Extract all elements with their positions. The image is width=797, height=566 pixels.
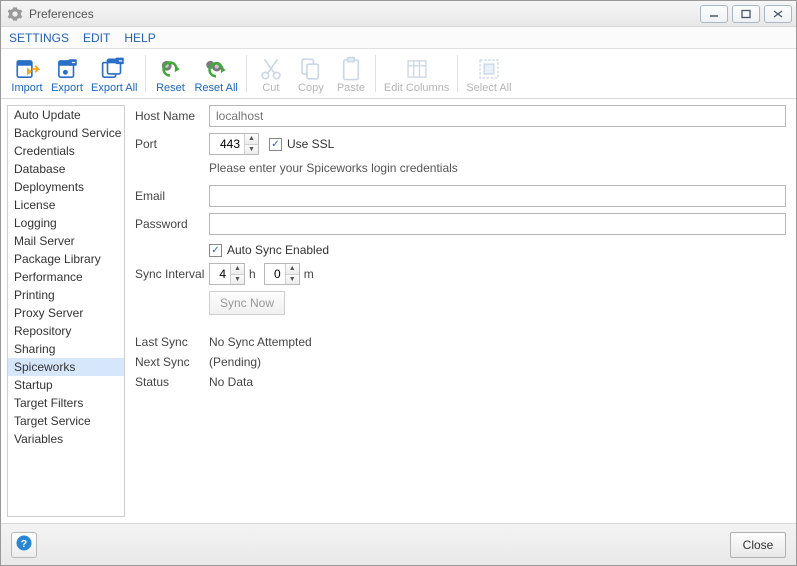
close-window-button[interactable] bbox=[764, 5, 792, 23]
menu-edit[interactable]: EDIT bbox=[83, 31, 110, 45]
columns-icon bbox=[403, 56, 431, 82]
sidebar-item-startup[interactable]: Startup bbox=[8, 376, 124, 394]
sidebar-item-mail-server[interactable]: Mail Server bbox=[8, 232, 124, 250]
reset-label: Reset bbox=[156, 82, 185, 94]
email-input[interactable] bbox=[209, 185, 786, 207]
sidebar-item-repository[interactable]: Repository bbox=[8, 322, 124, 340]
sidebar-item-spiceworks[interactable]: Spiceworks bbox=[8, 358, 124, 376]
host-name-label: Host Name bbox=[135, 109, 209, 123]
footer: ? Close bbox=[1, 523, 796, 565]
port-down[interactable]: ▼ bbox=[245, 145, 258, 155]
export-button[interactable]: Export bbox=[47, 54, 87, 96]
port-spinner[interactable]: ▲▼ bbox=[209, 133, 259, 155]
sidebar-item-background-service[interactable]: Background Service bbox=[8, 124, 124, 142]
cut-button: Cut bbox=[251, 54, 291, 96]
paste-label: Paste bbox=[337, 82, 365, 94]
select-all-label: Select All bbox=[466, 82, 511, 94]
sidebar-item-logging[interactable]: Logging bbox=[8, 214, 124, 232]
close-button[interactable]: Close bbox=[730, 532, 786, 558]
menubar: SETTINGS EDIT HELP bbox=[1, 27, 796, 49]
paste-button: Paste bbox=[331, 54, 371, 96]
last-sync-value: No Sync Attempted bbox=[209, 335, 312, 349]
copy-label: Copy bbox=[298, 82, 324, 94]
sidebar-item-printing[interactable]: Printing bbox=[8, 286, 124, 304]
menu-help[interactable]: HELP bbox=[124, 31, 155, 45]
export-all-button[interactable]: Export All bbox=[87, 54, 141, 96]
paste-icon bbox=[337, 56, 365, 82]
help-icon: ? bbox=[15, 534, 33, 555]
reset-button[interactable]: Reset bbox=[150, 54, 190, 96]
use-ssl-checkbox[interactable]: ✓ Use SSL bbox=[269, 137, 334, 151]
sidebar-item-deployments[interactable]: Deployments bbox=[8, 178, 124, 196]
reset-all-label: Reset All bbox=[194, 82, 237, 94]
sidebar-item-performance[interactable]: Performance bbox=[8, 268, 124, 286]
status-value: No Data bbox=[209, 375, 253, 389]
sync-interval-label: Sync Interval bbox=[135, 267, 209, 281]
sidebar-item-sharing[interactable]: Sharing bbox=[8, 340, 124, 358]
port-label: Port bbox=[135, 137, 209, 151]
sidebar-item-target-filters[interactable]: Target Filters bbox=[8, 394, 124, 412]
port-input[interactable] bbox=[210, 134, 244, 154]
status-label: Status bbox=[135, 375, 209, 389]
titlebar: Preferences bbox=[1, 1, 796, 27]
interval-minutes-input[interactable] bbox=[265, 264, 285, 284]
toolbar: Import Export Export All Reset Rese bbox=[1, 49, 796, 99]
sidebar-item-database[interactable]: Database bbox=[8, 160, 124, 178]
maximize-button[interactable] bbox=[732, 5, 760, 23]
settings-form: Host Name Port ▲▼ ✓ Use SSL Please enter… bbox=[129, 99, 796, 523]
reset-all-icon bbox=[202, 56, 230, 82]
port-up[interactable]: ▲ bbox=[245, 134, 258, 145]
import-label: Import bbox=[11, 82, 42, 94]
edit-columns-label: Edit Columns bbox=[384, 82, 449, 94]
menu-settings[interactable]: SETTINGS bbox=[9, 31, 69, 45]
edit-columns-button: Edit Columns bbox=[380, 54, 453, 96]
content-area: Auto UpdateBackground ServiceCredentials… bbox=[1, 99, 796, 523]
window-title: Preferences bbox=[29, 7, 94, 21]
cut-label: Cut bbox=[262, 82, 279, 94]
export-all-icon bbox=[100, 56, 128, 82]
sidebar-item-credentials[interactable]: Credentials bbox=[8, 142, 124, 160]
sidebar-item-variables[interactable]: Variables bbox=[8, 430, 124, 448]
scissors-icon bbox=[257, 56, 285, 82]
next-sync-value: (Pending) bbox=[209, 355, 261, 369]
sidebar-item-package-library[interactable]: Package Library bbox=[8, 250, 124, 268]
interval-minutes-spinner[interactable]: ▲▼ bbox=[264, 263, 300, 285]
interval-hours-spinner[interactable]: ▲▼ bbox=[209, 263, 245, 285]
sidebar-item-license[interactable]: License bbox=[8, 196, 124, 214]
gear-icon bbox=[7, 6, 23, 22]
svg-text:?: ? bbox=[21, 538, 27, 550]
sync-now-button[interactable]: Sync Now bbox=[209, 291, 285, 315]
unit-hours: h bbox=[249, 267, 256, 281]
select-all-button: Select All bbox=[462, 54, 515, 96]
sidebar-item-target-service[interactable]: Target Service bbox=[8, 412, 124, 430]
autosync-checkbox[interactable]: ✓ Auto Sync Enabled bbox=[209, 243, 329, 257]
password-input[interactable] bbox=[209, 213, 786, 235]
last-sync-label: Last Sync bbox=[135, 335, 209, 349]
help-button[interactable]: ? bbox=[11, 532, 37, 558]
import-icon bbox=[13, 56, 41, 82]
password-label: Password bbox=[135, 217, 209, 231]
copy-button: Copy bbox=[291, 54, 331, 96]
next-sync-label: Next Sync bbox=[135, 355, 209, 369]
interval-hours-input[interactable] bbox=[210, 264, 230, 284]
reset-icon bbox=[156, 56, 184, 82]
export-icon bbox=[53, 56, 81, 82]
export-label: Export bbox=[51, 82, 83, 94]
email-label: Email bbox=[135, 189, 209, 203]
category-sidebar[interactable]: Auto UpdateBackground ServiceCredentials… bbox=[7, 105, 125, 517]
credentials-hint: Please enter your Spiceworks login crede… bbox=[209, 161, 786, 175]
minimize-button[interactable] bbox=[700, 5, 728, 23]
import-button[interactable]: Import bbox=[7, 54, 47, 96]
unit-minutes: m bbox=[304, 267, 314, 281]
select-all-icon bbox=[475, 56, 503, 82]
sidebar-item-proxy-server[interactable]: Proxy Server bbox=[8, 304, 124, 322]
export-all-label: Export All bbox=[91, 82, 137, 94]
sidebar-item-auto-update[interactable]: Auto Update bbox=[8, 106, 124, 124]
copy-icon bbox=[297, 56, 325, 82]
autosync-label: Auto Sync Enabled bbox=[227, 243, 329, 257]
reset-all-button[interactable]: Reset All bbox=[190, 54, 241, 96]
use-ssl-label: Use SSL bbox=[287, 137, 334, 151]
host-name-input[interactable] bbox=[209, 105, 786, 127]
